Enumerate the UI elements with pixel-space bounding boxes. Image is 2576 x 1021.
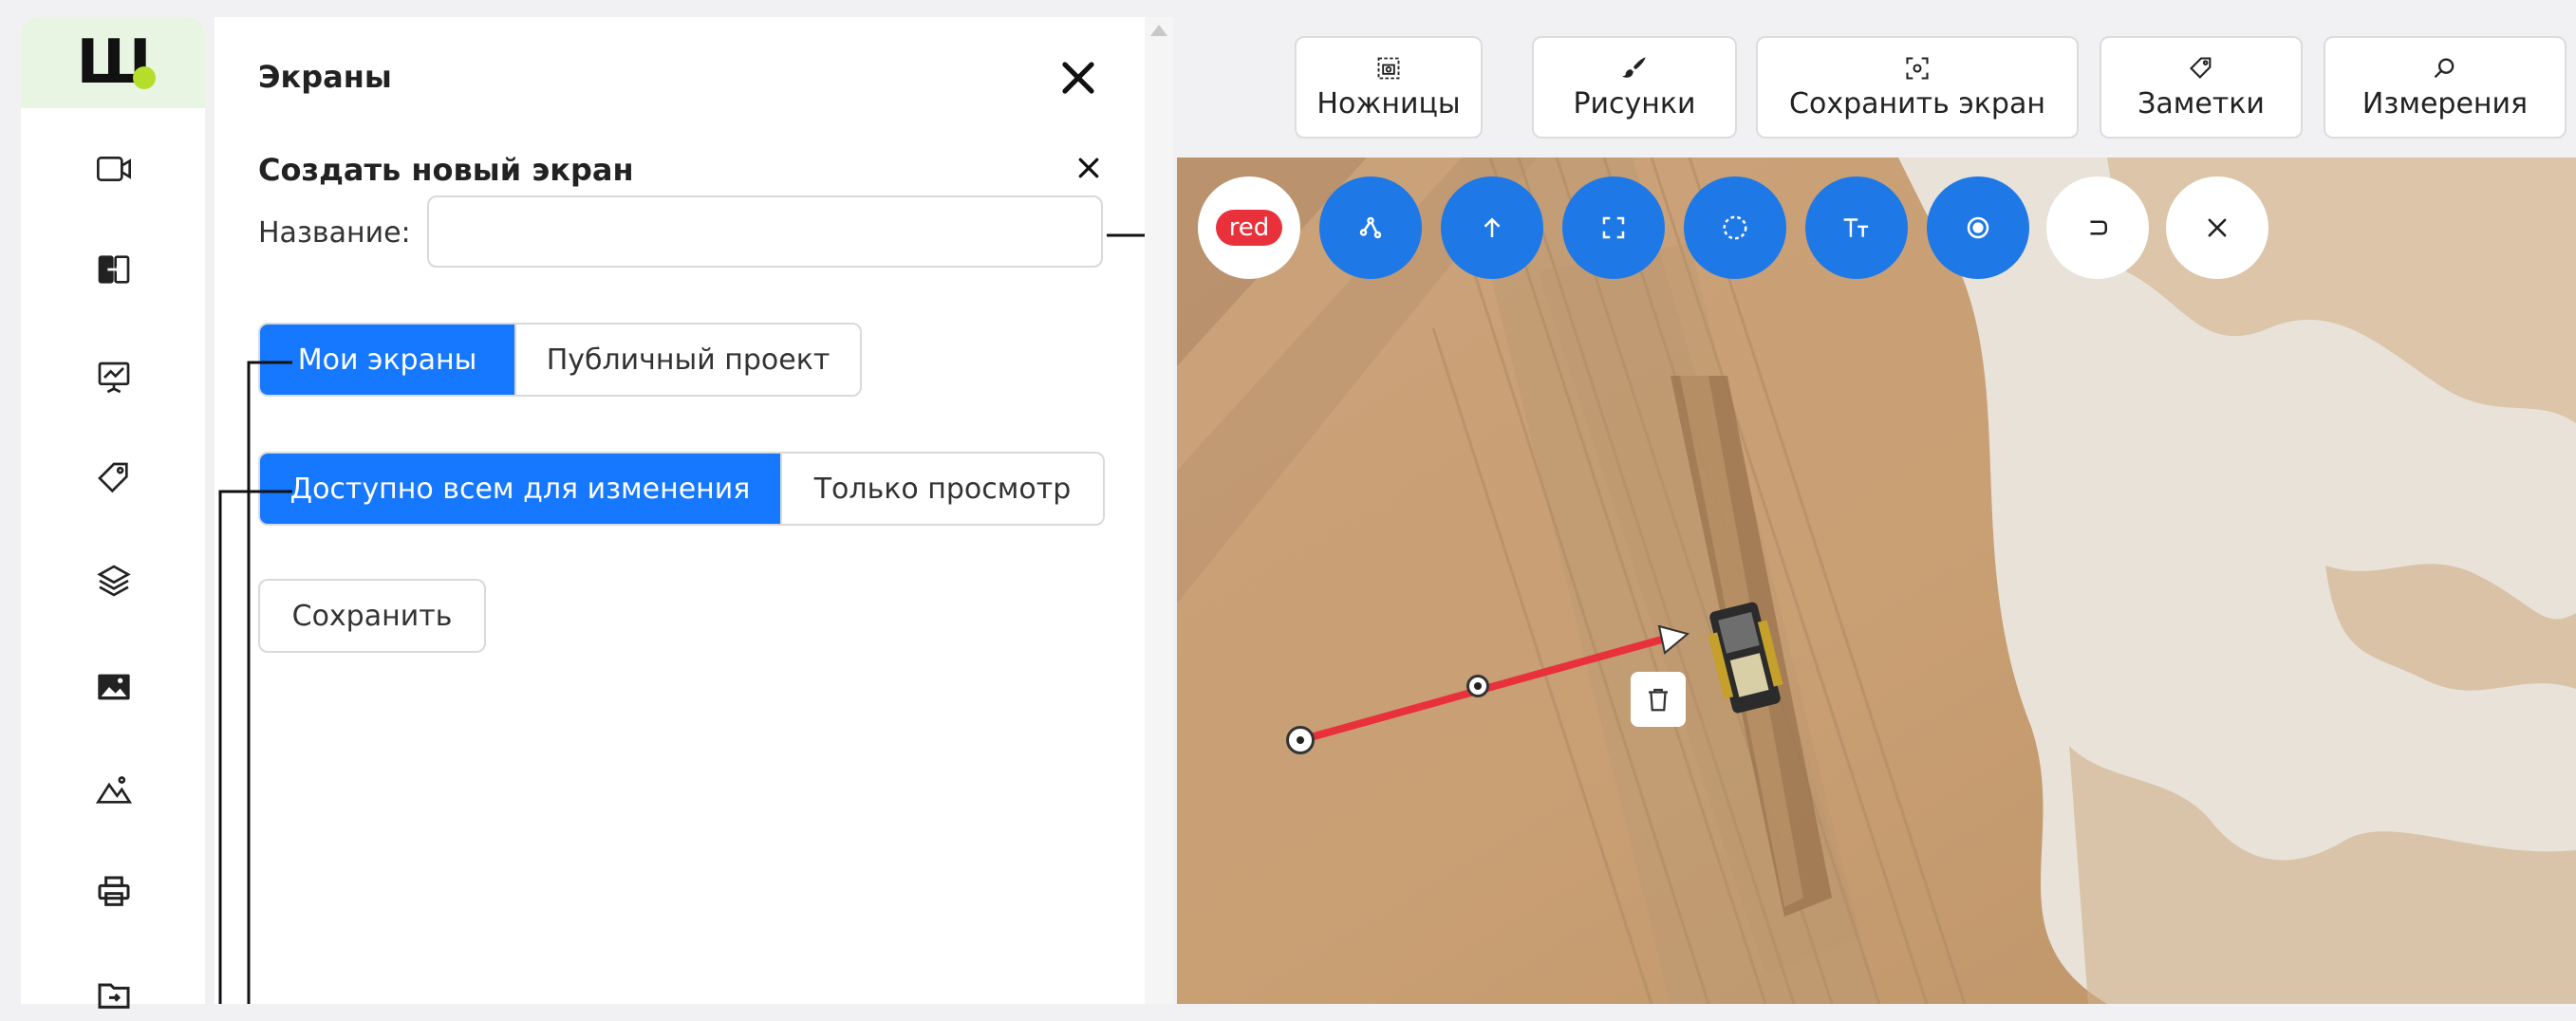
circle-tool-button[interactable] bbox=[1684, 176, 1786, 279]
line-start-handle[interactable] bbox=[1286, 726, 1315, 754]
panel-scrollbar[interactable] bbox=[1145, 17, 1173, 1004]
arrow-tool-icon bbox=[1484, 217, 1501, 237]
scissors-icon bbox=[1377, 57, 1400, 79]
notes-button[interactable]: Заметки bbox=[2100, 36, 2303, 139]
drawings-label: Рисунки bbox=[1573, 86, 1696, 121]
close-icon bbox=[2208, 218, 2227, 237]
measurements-button[interactable]: Измерения bbox=[2324, 36, 2567, 139]
text-tool-icon bbox=[1843, 218, 1869, 237]
brush-icon bbox=[1622, 56, 1646, 78]
color-label: red bbox=[1215, 210, 1283, 246]
save-screen-button[interactable]: Сохранить экран bbox=[1756, 36, 2079, 139]
rectangle-tool-icon bbox=[1602, 216, 1625, 239]
point-tool-button[interactable] bbox=[1927, 176, 2029, 279]
text-tool-button[interactable] bbox=[1805, 176, 1908, 279]
scissors-button[interactable]: Ножницы bbox=[1295, 36, 1483, 139]
scissors-label: Ножницы bbox=[1316, 86, 1461, 121]
drawings-button[interactable]: Рисунки bbox=[1532, 36, 1737, 139]
polyline-tool-icon bbox=[1359, 216, 1382, 239]
polyline-tool-button[interactable] bbox=[1319, 176, 1422, 279]
color-picker-button[interactable]: red bbox=[1198, 176, 1300, 279]
measure-icon bbox=[2434, 58, 2455, 78]
undo-button[interactable] bbox=[2046, 176, 2149, 279]
undo-icon bbox=[2090, 220, 2107, 235]
screenshot-icon bbox=[1906, 56, 1929, 80]
circle-tool-icon bbox=[1723, 215, 1747, 240]
notes-label: Заметки bbox=[2137, 86, 2265, 121]
measurement-line[interactable] bbox=[1177, 158, 2576, 1004]
scroll-up-icon[interactable] bbox=[1150, 25, 1167, 36]
rectangle-tool-button[interactable] bbox=[1562, 176, 1665, 279]
arrow-tool-button[interactable] bbox=[1441, 176, 1543, 279]
line-mid-handle[interactable] bbox=[1466, 675, 1489, 697]
measurements-label: Измерения bbox=[2361, 86, 2529, 121]
point-tool-icon bbox=[1967, 216, 1989, 239]
tag-icon bbox=[2190, 56, 2212, 79]
trash-icon bbox=[1649, 688, 1668, 712]
save-screen-label: Сохранить экран bbox=[1789, 86, 2045, 121]
close-drawing-button[interactable] bbox=[2166, 176, 2268, 279]
delete-shape-button[interactable] bbox=[1631, 672, 1686, 727]
